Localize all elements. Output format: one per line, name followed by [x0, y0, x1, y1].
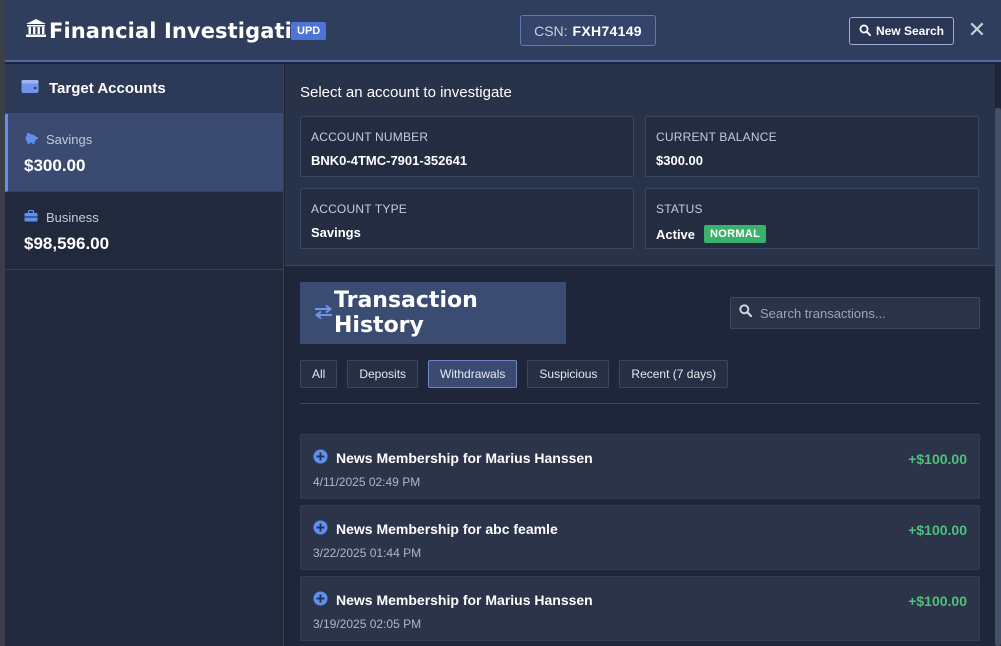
account-type-label: Savings: [46, 132, 93, 147]
upd-badge: UPD: [291, 22, 327, 40]
piggy-bank-icon: [24, 132, 46, 147]
filter-withdrawals-button[interactable]: Withdrawals: [428, 360, 518, 388]
csn-value: FXH74149: [572, 22, 642, 39]
transaction-history-title-text: Transaction History: [334, 288, 478, 338]
briefcase-icon: [24, 209, 46, 225]
transaction-history-title: Transaction History: [300, 282, 566, 344]
select-account-prompt: Select an account to investigate: [300, 84, 512, 101]
current-balance-value: $300.00: [656, 153, 703, 168]
transaction-description: News Membership for Marius Hanssen: [336, 592, 593, 608]
transaction-date: 3/19/2025 02:05 PM: [313, 617, 422, 631]
scrollbar-thumb[interactable]: [995, 108, 1001, 646]
status-row: Active NORMAL: [656, 225, 978, 243]
app-title: Financial Investigation: [25, 18, 322, 43]
filter-deposits-button[interactable]: Deposits: [347, 360, 419, 388]
status-label: STATUS: [656, 202, 703, 216]
account-number-value: BNK0-4TMC-7901-352641: [311, 153, 468, 168]
bank-icon: [25, 18, 49, 43]
new-search-button[interactable]: New Search: [849, 17, 954, 45]
transaction-row[interactable]: News Membership for Marius Hanssen 4/11/…: [300, 434, 980, 499]
current-balance-label: CURRENT BALANCE: [656, 130, 777, 144]
transaction-description-row: News Membership for Marius Hanssen: [313, 591, 593, 609]
app-header: Financial Investigation UPD CSN: FXH7414…: [5, 0, 1001, 62]
transaction-description-row: News Membership for abc feamle: [313, 520, 558, 538]
account-type-card-label: ACCOUNT TYPE: [311, 202, 407, 216]
search-icon: [739, 304, 753, 322]
account-type-row: Business: [24, 209, 283, 225]
plus-circle-icon: [313, 520, 336, 538]
filter-all-button[interactable]: All: [300, 360, 338, 388]
status-card: STATUS Active NORMAL: [645, 188, 979, 249]
transfer-arrows-icon: [314, 301, 334, 326]
transaction-list: News Membership for Marius Hanssen 4/11/…: [300, 434, 980, 646]
account-balance: $300.00: [24, 156, 86, 175]
sidebar-account-business[interactable]: Business $98,596.00: [5, 192, 283, 270]
transaction-row[interactable]: News Membership for Marius Hanssen 3/19/…: [300, 576, 980, 641]
transaction-row[interactable]: News Membership for abc feamle 3/22/2025…: [300, 505, 980, 570]
transaction-filters: All Deposits Withdrawals Suspicious Rece…: [300, 360, 738, 388]
transaction-description-row: News Membership for Marius Hanssen: [313, 449, 593, 467]
account-number-label: ACCOUNT NUMBER: [311, 130, 429, 144]
app-title-text: Financial Investigation: [49, 18, 322, 43]
search-icon: [859, 24, 876, 39]
transaction-description: News Membership for Marius Hanssen: [336, 450, 593, 466]
transaction-search-input[interactable]: [760, 305, 970, 321]
sidebar-title: Target Accounts: [49, 80, 166, 97]
current-balance-card: CURRENT BALANCE $300.00: [645, 116, 979, 177]
filter-divider: [300, 403, 980, 404]
csn-display: CSN: FXH74149: [520, 15, 656, 46]
app-window: Financial Investigation UPD CSN: FXH7414…: [5, 0, 1001, 646]
account-type-row: Savings: [24, 132, 283, 147]
sidebar: Target Accounts Savings $300.00 Business…: [5, 64, 284, 646]
account-type-value: Savings: [311, 225, 361, 240]
account-type-label: Business: [46, 210, 99, 225]
account-type-card: ACCOUNT TYPE Savings: [300, 188, 634, 249]
close-icon[interactable]: ✕: [967, 19, 987, 41]
plus-circle-icon: [313, 449, 336, 467]
sidebar-account-savings[interactable]: Savings $300.00: [5, 114, 283, 192]
status-value: Active: [656, 226, 696, 242]
transaction-amount: +$100.00: [908, 593, 967, 609]
csn-label: CSN:: [534, 22, 568, 39]
transaction-description: News Membership for abc feamle: [336, 521, 558, 537]
plus-circle-icon: [313, 591, 336, 609]
account-info-section: Select an account to investigate ACCOUNT…: [285, 64, 995, 266]
status-badge: NORMAL: [704, 225, 767, 243]
account-number-card: ACCOUNT NUMBER BNK0-4TMC-7901-352641: [300, 116, 634, 177]
account-balance: $98,596.00: [24, 234, 110, 253]
new-search-label: New Search: [875, 24, 945, 38]
wallet-icon: [21, 79, 49, 98]
transaction-amount: +$100.00: [908, 451, 967, 467]
transaction-search[interactable]: [730, 297, 980, 329]
sidebar-header: Target Accounts: [5, 64, 283, 114]
filter-recent-button[interactable]: Recent (7 days): [619, 360, 729, 388]
filter-suspicious-button[interactable]: Suspicious: [527, 360, 610, 388]
transaction-date: 4/11/2025 02:49 PM: [313, 475, 421, 489]
main-panel: Select an account to investigate ACCOUNT…: [285, 64, 1001, 646]
transaction-date: 3/22/2025 01:44 PM: [313, 546, 422, 560]
transaction-amount: +$100.00: [908, 522, 967, 538]
